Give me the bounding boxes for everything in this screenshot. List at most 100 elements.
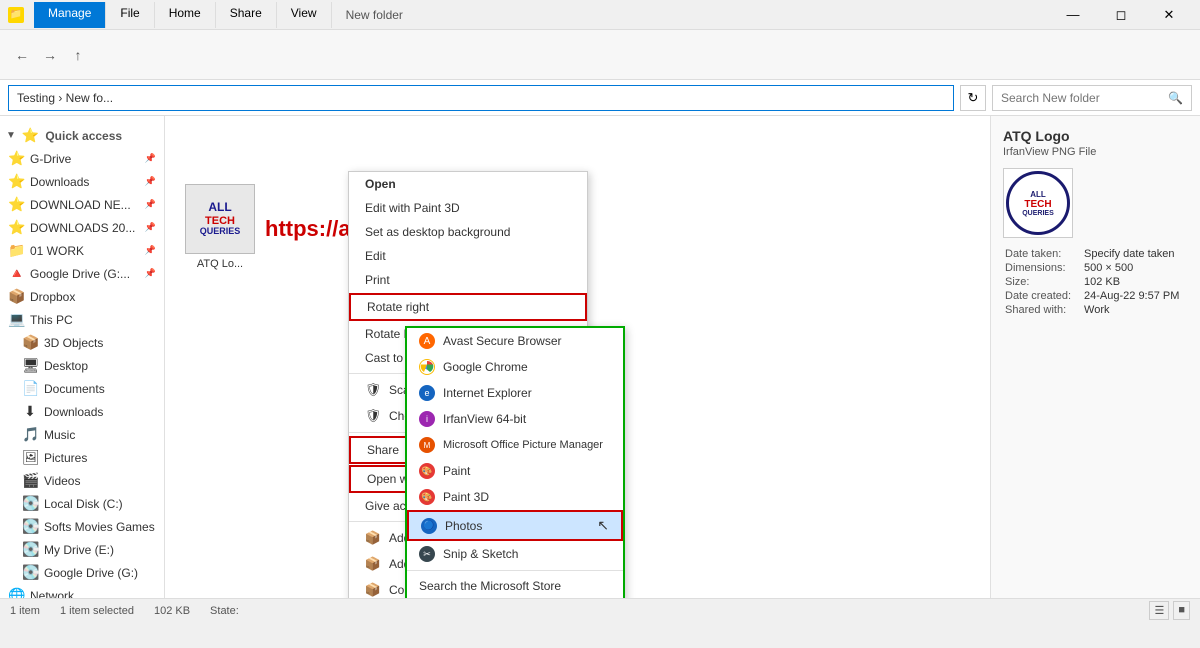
- search-icon: 🔍: [1168, 91, 1183, 105]
- tab-file[interactable]: File: [106, 2, 154, 28]
- tab-share[interactable]: Share: [216, 2, 277, 28]
- documents-icon: 📄: [22, 380, 38, 397]
- sidebar-item-gdrive[interactable]: ⭐ G-Drive 📌: [0, 147, 164, 170]
- submenu-label: Search the Microsoft Store: [419, 579, 561, 593]
- sidebar-item-googledrive-g[interactable]: 🔺 Google Drive (G:... 📌: [0, 262, 164, 285]
- ribbon-tabs: Manage File Home Share View: [34, 2, 332, 28]
- meta-label: Date created:: [1005, 290, 1082, 302]
- maximize-button[interactable]: ◻: [1098, 0, 1144, 30]
- tab-home[interactable]: Home: [155, 2, 216, 28]
- search-input[interactable]: [1001, 91, 1164, 105]
- sidebar-item-3dobjects[interactable]: 📦 3D Objects: [0, 331, 164, 354]
- submenu-chrome[interactable]: Google Chrome: [407, 354, 623, 380]
- sidebar-item-localdisk[interactable]: 💽 Local Disk (C:): [0, 492, 164, 515]
- ctx-print[interactable]: Print: [349, 268, 587, 292]
- sidebar-item-network[interactable]: 🌐 Network: [0, 584, 164, 598]
- minimize-button[interactable]: —: [1050, 0, 1096, 30]
- sidebar-item-music[interactable]: 🎵 Music: [0, 423, 164, 446]
- logo-inner: ALL TECH QUERIES: [1006, 171, 1070, 235]
- sidebar-item-downloads1[interactable]: ⭐ Downloads 📌: [0, 170, 164, 193]
- breadcrumb: Testing › New fo...: [17, 91, 113, 105]
- submenu-ie[interactable]: e Internet Explorer: [407, 380, 623, 406]
- status-bar-right-icons: ☰ ■: [1149, 601, 1190, 620]
- downloads-icon: ⬇: [22, 403, 38, 420]
- desktop-icon: 🖥: [22, 357, 38, 374]
- view-list-icon[interactable]: ☰: [1149, 601, 1169, 620]
- sidebar-item-desktop[interactable]: 🖥 Desktop: [0, 354, 164, 377]
- submenu-paint3d[interactable]: 🎨 Paint 3D: [407, 484, 623, 510]
- meta-value: Specify date taken: [1084, 248, 1186, 260]
- pin-icon: 📌: [145, 222, 156, 233]
- sidebar-item-dropbox[interactable]: 📦 Dropbox: [0, 285, 164, 308]
- submenu-paint[interactable]: 🎨 Paint: [407, 458, 623, 484]
- shield-icon2: 🛡: [365, 408, 381, 424]
- open-with-submenu: A Avast Secure Browser Google Chrome e: [405, 326, 625, 598]
- sidebar-item-downloads2[interactable]: ⬇ Downloads: [0, 400, 164, 423]
- logo-preview: ALL TECH QUERIES: [1003, 168, 1073, 238]
- sidebar-item-01work[interactable]: 📁 01 WORK 📌: [0, 239, 164, 262]
- meta-label: Shared with:: [1005, 304, 1082, 316]
- title-controls: — ◻ ✕: [1050, 0, 1192, 30]
- sidebar-item-download-ne[interactable]: ⭐ DOWNLOAD NE... 📌: [0, 193, 164, 216]
- submenu-label: Paint: [443, 464, 470, 478]
- view-grid-icon[interactable]: ■: [1173, 601, 1190, 620]
- ctx-open[interactable]: Open: [349, 172, 587, 196]
- file-item-atqlogo[interactable]: ALL TECH QUERIES ATQ Lo...: [175, 176, 265, 278]
- dropbox-icon: 📦: [8, 288, 24, 305]
- 3dobjects-icon: 📦: [22, 334, 38, 351]
- sidebar-item-pictures[interactable]: 🖼 Pictures: [0, 446, 164, 469]
- shield-icon: 🛡: [365, 382, 381, 398]
- right-panel-file-type: IrfanView PNG File: [1003, 146, 1188, 158]
- ctx-label: Set as desktop background: [365, 225, 510, 239]
- forward-button[interactable]: →: [38, 43, 62, 67]
- refresh-button[interactable]: ↻: [960, 85, 986, 111]
- ctx-rotate-right[interactable]: Rotate right: [349, 293, 587, 321]
- ctx-edit-paint3d[interactable]: Edit with Paint 3D: [349, 196, 587, 220]
- logo-text-queries: QUERIES: [1022, 210, 1054, 217]
- ctx-edit[interactable]: Edit: [349, 244, 587, 268]
- sidebar-item-videos[interactable]: 🎬 Videos: [0, 469, 164, 492]
- chevron-down-icon: ▼: [6, 130, 16, 141]
- submenu-ms-office-pic[interactable]: M Microsoft Office Picture Manager: [407, 432, 623, 458]
- right-panel-title: ATQ Logo: [1003, 128, 1188, 144]
- sidebar-item-thispc[interactable]: 💻 This PC: [0, 308, 164, 331]
- sidebar-item-googledrive-g2[interactable]: 💽 Google Drive (G:): [0, 561, 164, 584]
- title-bar: 📁 Manage File Home Share View New folder…: [0, 0, 1200, 30]
- back-button[interactable]: ←: [10, 43, 34, 67]
- sidebar-item-downloads-20[interactable]: ⭐ DOWNLOADS 20... 📌: [0, 216, 164, 239]
- sidebar-item-mydrive[interactable]: 💽 My Drive (E:): [0, 538, 164, 561]
- submenu-avast[interactable]: A Avast Secure Browser: [407, 328, 623, 354]
- file-thumbnail: ALL TECH QUERIES: [185, 184, 255, 254]
- submenu-photos[interactable]: 🔵 Photos ↖: [407, 510, 623, 541]
- ctx-set-desktop[interactable]: Set as desktop background: [349, 220, 587, 244]
- submenu-snip-sketch[interactable]: ✂ Snip & Sketch: [407, 541, 623, 567]
- submenu-label: Photos: [445, 519, 482, 533]
- up-button[interactable]: ↑: [66, 43, 90, 67]
- star-icon: ⭐: [8, 150, 24, 167]
- submenu-sep: [407, 570, 623, 571]
- sidebar-item-softs[interactable]: 💽 Softs Movies Games: [0, 515, 164, 538]
- close-button[interactable]: ✕: [1146, 0, 1192, 30]
- search-box[interactable]: 🔍: [992, 85, 1192, 111]
- tab-manage[interactable]: Manage: [34, 2, 106, 28]
- submenu-irfanview[interactable]: i IrfanView 64-bit: [407, 406, 623, 432]
- address-path[interactable]: Testing › New fo...: [8, 85, 954, 111]
- thispc-icon: 💻: [8, 311, 24, 328]
- meta-value: 24-Aug-22 9:57 PM: [1084, 290, 1186, 302]
- submenu-search-store[interactable]: Search the Microsoft Store: [407, 574, 623, 598]
- meta-row-date-created: Date created: 24-Aug-22 9:57 PM: [1005, 290, 1186, 302]
- disk-icon: 💽: [22, 564, 38, 581]
- archive-icon2: 📦: [365, 556, 381, 572]
- folder-icon: 📁: [8, 242, 24, 259]
- sidebar-item-documents[interactable]: 📄 Documents: [0, 377, 164, 400]
- submenu-label: Google Chrome: [443, 360, 528, 374]
- file-name: ATQ Lo...: [197, 258, 243, 270]
- meta-row-size: Size: 102 KB: [1005, 276, 1186, 288]
- ribbon-toolbar: ← → ↑: [0, 30, 1200, 80]
- window-title: New folder: [346, 8, 403, 22]
- pin-icon: 📌: [145, 153, 156, 164]
- tab-view[interactable]: View: [277, 2, 332, 28]
- status-items-count: 1 item: [10, 605, 40, 617]
- meta-label: Size:: [1005, 276, 1082, 288]
- right-panel: ATQ Logo IrfanView PNG File ALL TECH QUE…: [990, 116, 1200, 598]
